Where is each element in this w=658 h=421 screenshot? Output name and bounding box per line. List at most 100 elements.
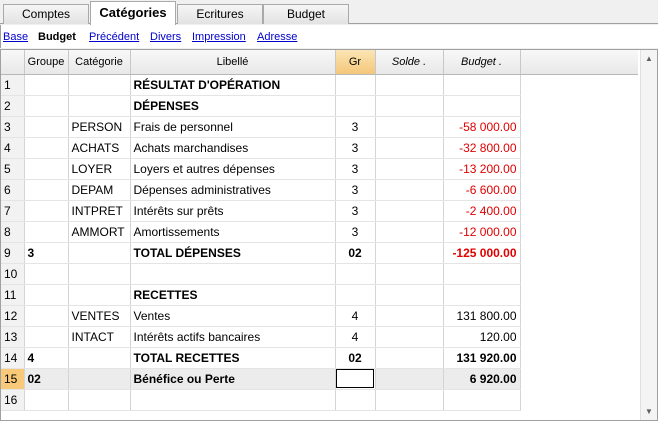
cell-libelle[interactable]: RÉSULTAT D'OPÉRATION [130, 74, 336, 96]
table-row[interactable]: 6 DEPAM Dépenses administratives 3 -6 600.00 [1, 179, 521, 201]
table-row[interactable]: 10 [1, 263, 521, 285]
cell-solde[interactable] [375, 305, 444, 327]
cell-categorie[interactable]: ACHATS [68, 137, 131, 159]
cell-solde[interactable] [375, 284, 444, 306]
cell-categorie[interactable]: DEPAM [68, 179, 131, 201]
cell-gr[interactable]: 3 [335, 137, 376, 159]
table-row[interactable]: 1 RÉSULTAT D'OPÉRATION [1, 74, 521, 96]
cell-budget[interactable]: 6 920.00 [443, 368, 521, 390]
row-number[interactable]: 14 [1, 347, 25, 369]
table-row[interactable]: 7 INTPRET Intérêts sur prêts 3 -2 400.00 [1, 200, 521, 222]
col-header-libelle[interactable]: Libellé [130, 50, 336, 75]
cell-solde[interactable] [375, 116, 444, 138]
cell-groupe[interactable] [24, 389, 69, 411]
cell-gr[interactable] [335, 389, 376, 411]
cell-groupe[interactable] [24, 326, 69, 348]
cell-libelle[interactable]: RECETTES [130, 284, 336, 306]
cell-groupe[interactable]: 3 [24, 242, 69, 264]
cell-groupe[interactable] [24, 179, 69, 201]
cell-categorie[interactable] [68, 242, 131, 264]
cell-gr[interactable]: 3 [335, 158, 376, 180]
cell-budget[interactable]: 131 800.00 [443, 305, 521, 327]
cell-categorie[interactable] [68, 263, 131, 285]
cell-libelle[interactable]: Intérêts actifs bancaires [130, 326, 336, 348]
col-header-gr[interactable]: Gr [335, 50, 376, 75]
row-number[interactable]: 8 [1, 221, 25, 243]
row-number[interactable]: 10 [1, 263, 25, 285]
view-adresse[interactable]: Adresse [257, 31, 297, 43]
cell-libelle[interactable]: Amortissements [130, 221, 336, 243]
table-row[interactable]: 3 PERSON Frais de personnel 3 -58 000.00 [1, 116, 521, 138]
cell-gr[interactable] [335, 74, 376, 96]
cell-budget[interactable]: -125 000.00 [443, 242, 521, 264]
table-row[interactable]: 12 VENTES Ventes 4 131 800.00 [1, 305, 521, 327]
cell-gr[interactable]: 02 [335, 347, 376, 369]
tab-comptes[interactable]: Comptes [3, 4, 89, 24]
cell-solde[interactable] [375, 263, 444, 285]
table-row[interactable]: 5 LOYER Loyers et autres dépenses 3 -13 200.… [1, 158, 521, 180]
table-row[interactable]: 8 AMMORT Amortissements 3 -12 000.00 [1, 221, 521, 243]
cell-libelle[interactable]: Achats marchandises [130, 137, 336, 159]
table-row[interactable]: 4 ACHATS Achats marchandises 3 -32 800.00 [1, 137, 521, 159]
cell-budget[interactable] [443, 389, 521, 411]
cell-solde[interactable] [375, 74, 444, 96]
row-number[interactable]: 12 [1, 305, 25, 327]
cell-groupe[interactable] [24, 200, 69, 222]
cell-groupe[interactable] [24, 74, 69, 96]
cell-budget[interactable]: -2 400.00 [443, 200, 521, 222]
cell-libelle[interactable]: Intérêts sur prêts [130, 200, 336, 222]
row-number[interactable]: 6 [1, 179, 25, 201]
row-number[interactable]: 16 [1, 389, 25, 411]
cell-groupe[interactable]: 4 [24, 347, 69, 369]
cell-gr[interactable]: 4 [335, 326, 376, 348]
cell-gr[interactable] [335, 284, 376, 306]
col-header-categorie[interactable]: Catégorie [68, 50, 131, 75]
cell-solde[interactable] [375, 200, 444, 222]
table-row[interactable]: 16 [1, 389, 521, 411]
row-number[interactable]: 7 [1, 200, 25, 222]
table-row[interactable]: 14 4 TOTAL RECETTES 02 131 920.00 [1, 347, 521, 369]
tab-budget[interactable]: Budget [263, 4, 349, 24]
cell-categorie[interactable]: PERSON [68, 116, 131, 138]
cell-categorie[interactable]: LOYER [68, 158, 131, 180]
cell-budget[interactable]: -12 000.00 [443, 221, 521, 243]
cell-gr[interactable] [335, 95, 376, 117]
view-budget[interactable]: Budget [38, 31, 76, 43]
cell-categorie[interactable]: INTPRET [68, 200, 131, 222]
row-number[interactable]: 11 [1, 284, 25, 306]
cell-libelle[interactable]: DÉPENSES [130, 95, 336, 117]
cell-groupe[interactable] [24, 284, 69, 306]
row-number[interactable]: 1 [1, 74, 25, 96]
col-header-budget[interactable]: Budget . [443, 50, 521, 75]
tab-ecritures[interactable]: Ecritures [177, 4, 263, 24]
cell-budget[interactable] [443, 263, 521, 285]
cell-gr[interactable] [335, 263, 376, 285]
cell-budget[interactable]: -32 800.00 [443, 137, 521, 159]
cell-budget[interactable]: -13 200.00 [443, 158, 521, 180]
cell-groupe[interactable] [24, 116, 69, 138]
cell-solde[interactable] [375, 179, 444, 201]
table-row[interactable]: 13 INTACT Intérêts actifs bancaires 4 120.00 [1, 326, 521, 348]
cell-solde[interactable] [375, 95, 444, 117]
table-row[interactable]: 2 DÉPENSES [1, 95, 521, 117]
view-base[interactable]: Base [3, 31, 28, 43]
col-header-solde[interactable]: Solde . [375, 50, 444, 75]
table-row[interactable]: 11 RECETTES [1, 284, 521, 306]
cell-gr[interactable] [335, 368, 376, 390]
row-number[interactable]: 3 [1, 116, 25, 138]
view-impression[interactable]: Impression [192, 31, 246, 43]
cell-categorie[interactable] [68, 74, 131, 96]
cell-libelle[interactable]: Dépenses administratives [130, 179, 336, 201]
row-number[interactable]: 13 [1, 326, 25, 348]
row-number[interactable]: 15 [1, 368, 25, 390]
row-number[interactable]: 9 [1, 242, 25, 264]
cell-libelle[interactable]: Loyers et autres dépenses [130, 158, 336, 180]
cell-solde[interactable] [375, 242, 444, 264]
cell-libelle[interactable] [130, 389, 336, 411]
cell-groupe[interactable] [24, 305, 69, 327]
cell-gr[interactable]: 3 [335, 200, 376, 222]
cell-budget[interactable]: 131 920.00 [443, 347, 521, 369]
cell-solde[interactable] [375, 221, 444, 243]
cell-categorie[interactable]: INTACT [68, 326, 131, 348]
view-precedent[interactable]: Précédent [89, 31, 139, 43]
